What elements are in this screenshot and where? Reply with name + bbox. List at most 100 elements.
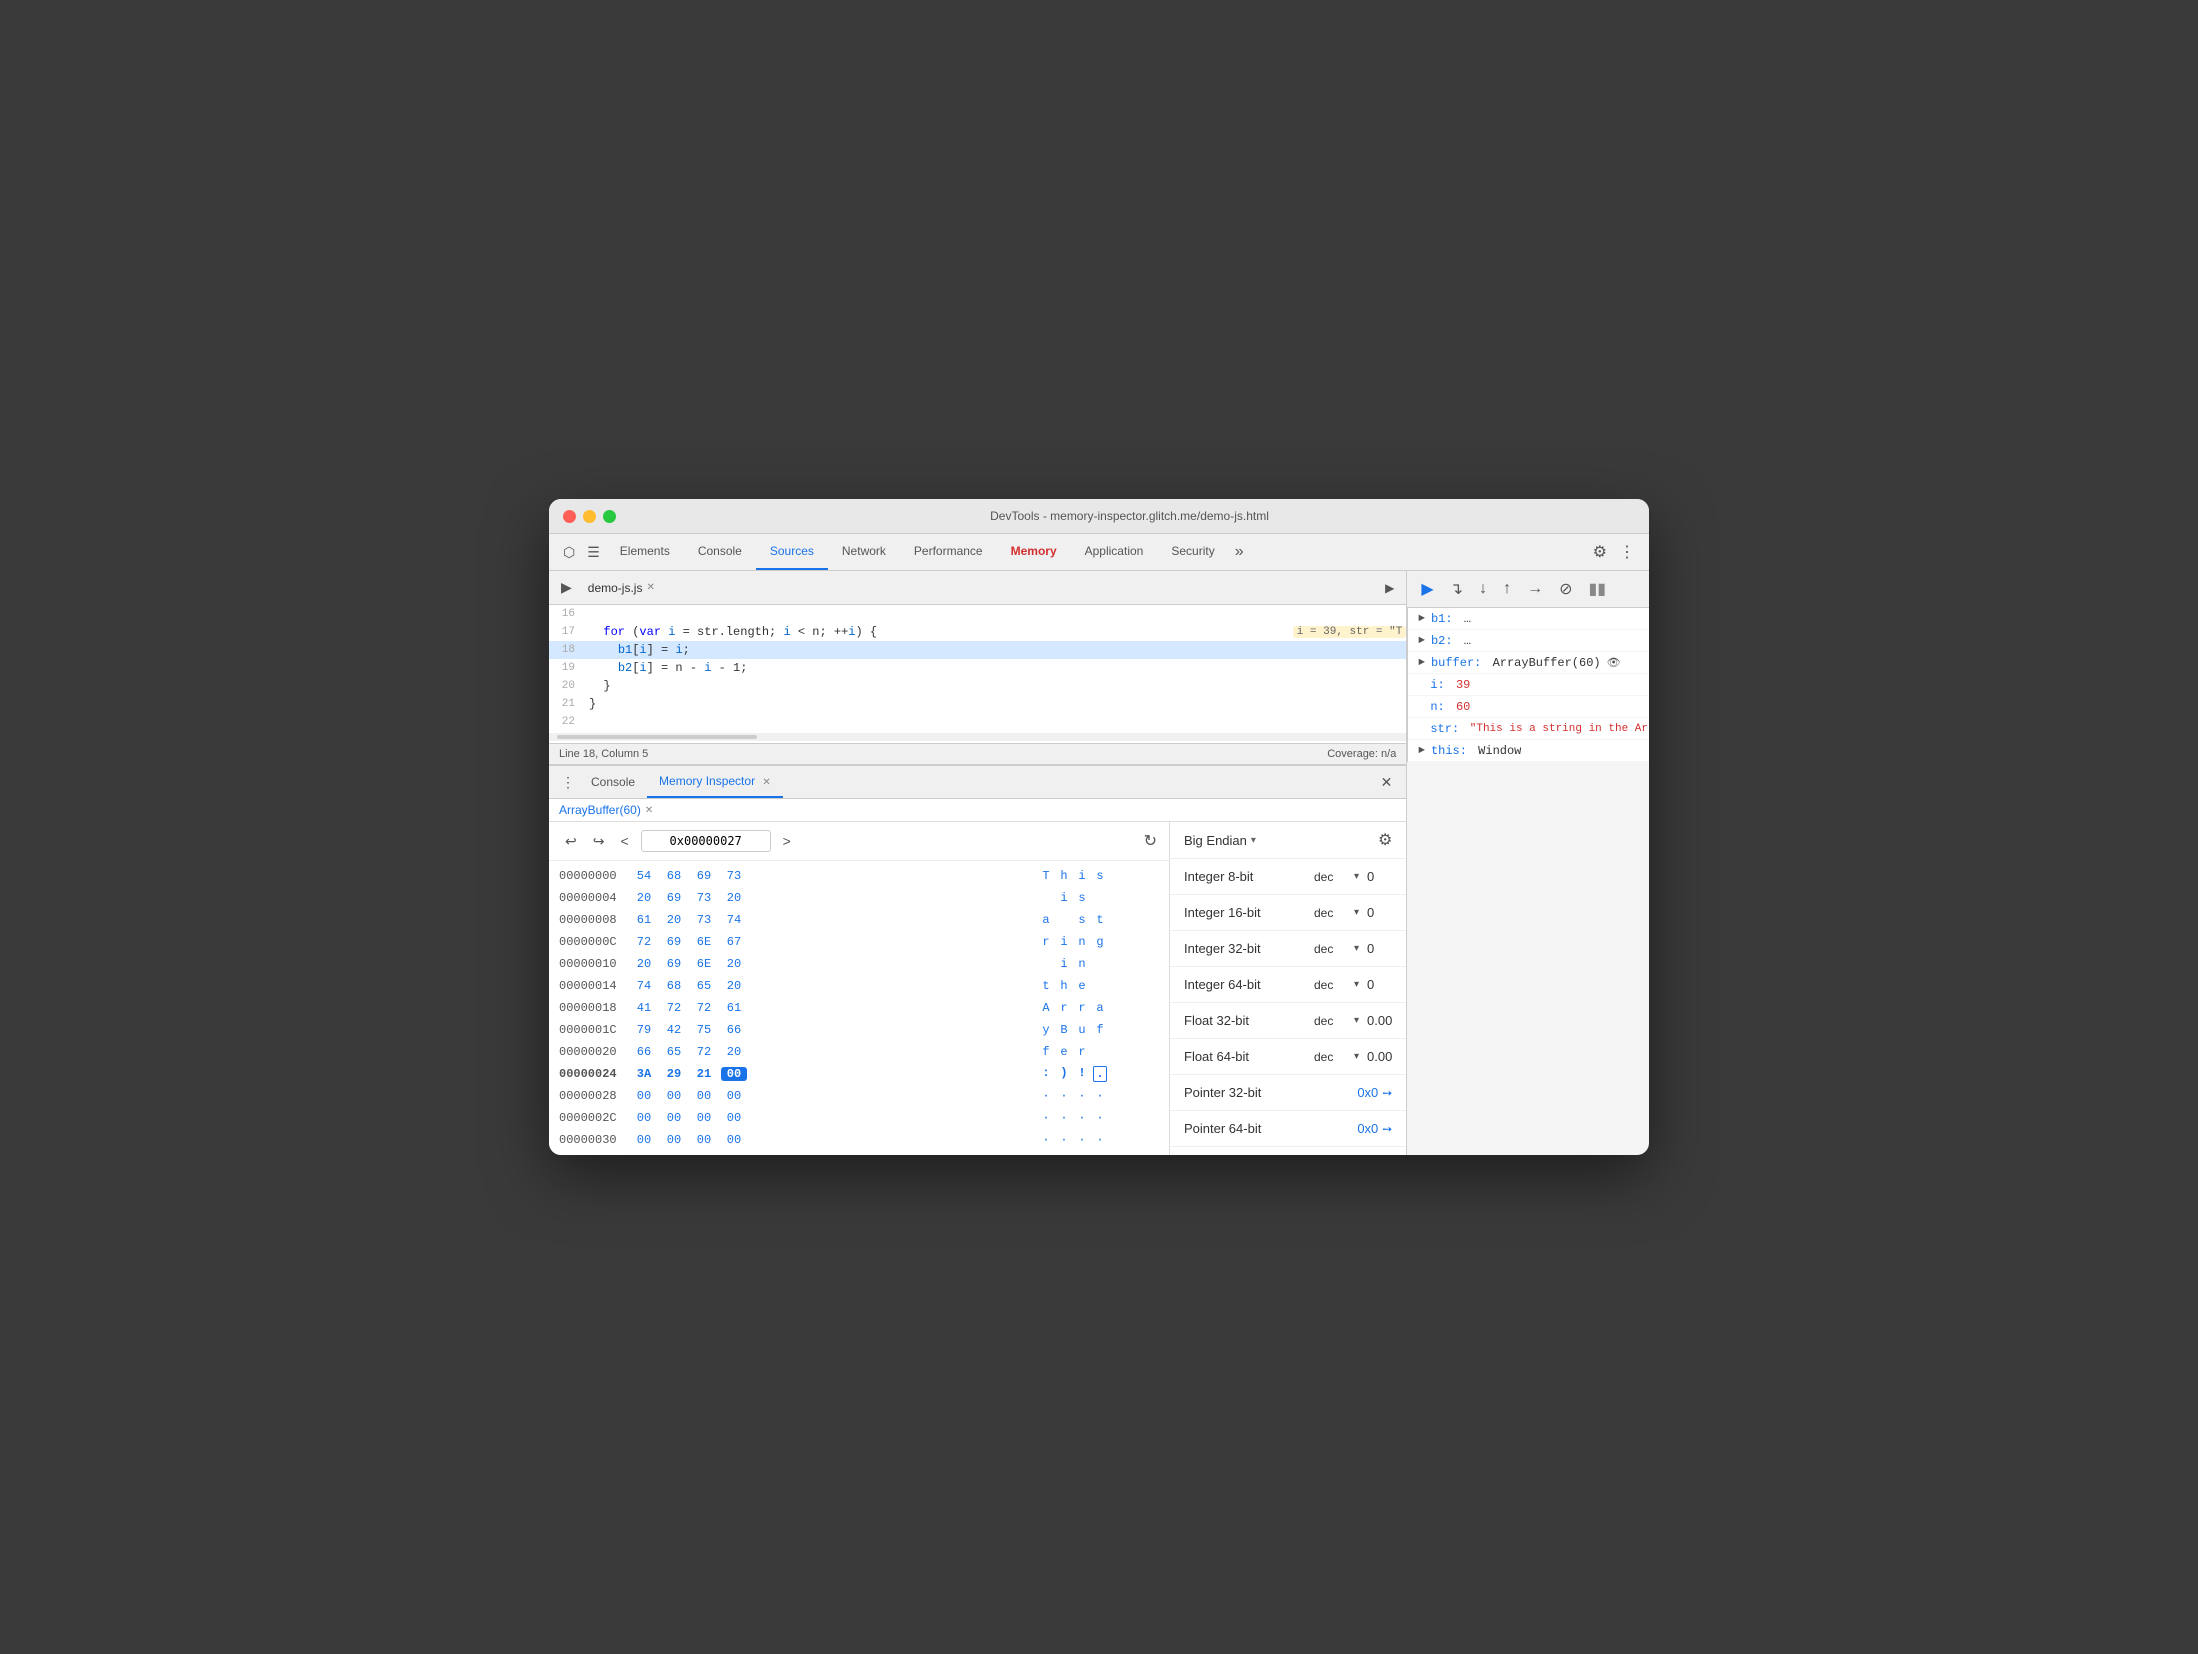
pause-exceptions-button[interactable]: ▮▮: [1582, 575, 1612, 603]
selected-byte[interactable]: 00: [721, 1067, 747, 1081]
undo-button[interactable]: ↩: [561, 831, 581, 852]
tab-console[interactable]: Console: [684, 534, 756, 570]
source-file-name: demo-js.js: [588, 581, 643, 595]
array-buffer-label: ArrayBuffer(60): [559, 803, 641, 817]
title-bar: DevTools - memory-inspector.glitch.me/de…: [549, 499, 1649, 534]
inline-debugger-value: i = 39, str = "T: [1293, 626, 1407, 638]
hex-value-container: ↩ ↪ < > ↻: [549, 822, 1406, 1155]
source-tab-bar: ▶ demo-js.js ✕ ▶: [549, 571, 1406, 605]
hex-row-c: 0000000C 72 69 6E 67 r: [549, 931, 1169, 953]
debugger-toolbar: ▶ ↴ ↓ ↑ → ⊘ ▮▮: [1407, 571, 1649, 608]
hex-row-2c: 0000002C 00 00 00 00 ·: [549, 1107, 1169, 1129]
code-line-21: 21 }: [549, 695, 1406, 713]
value-panel-header: Big Endian ▾ ⚙: [1170, 822, 1406, 859]
hex-row-4: 00000004 20 69 73 20: [549, 887, 1169, 909]
memory-inspector-close[interactable]: ✕: [762, 777, 770, 788]
close-button[interactable]: [563, 510, 576, 523]
code-line-20: 20 }: [549, 677, 1406, 695]
status-bar: Line 18, Column 5 Coverage: n/a: [549, 743, 1406, 765]
value-row-ptr64: Pointer 64-bit 0x0 ➙: [1170, 1111, 1406, 1147]
tab-sources[interactable]: Sources: [756, 534, 828, 570]
run-snippet-icon[interactable]: ▶: [1379, 577, 1400, 599]
value-row-float64: Float 64-bit dec ▾ 0.00: [1170, 1039, 1406, 1075]
scope-expand-this[interactable]: ►: [1418, 745, 1425, 757]
play-pause-icon[interactable]: ▶: [555, 571, 578, 604]
hex-panel: ↩ ↪ < > ↻: [549, 822, 1169, 1155]
left-column: ▶ demo-js.js ✕ ▶ 16 17 for (var i = str.…: [549, 571, 1406, 1155]
tab-security[interactable]: Security: [1157, 534, 1228, 570]
tab-memory[interactable]: Memory: [997, 534, 1071, 570]
bottom-panel-dots[interactable]: ⋮: [557, 768, 579, 797]
step-over-button[interactable]: ↴: [1444, 575, 1469, 603]
tab-elements[interactable]: Elements: [606, 534, 684, 570]
scope-row-str: str: "This is a string in the ArrayBuffe…: [1408, 718, 1649, 740]
hex-row-8: 00000008 61 20 73 74 a: [549, 909, 1169, 931]
tab-memory-inspector[interactable]: Memory Inspector ✕: [647, 766, 783, 798]
redo-button[interactable]: ↪: [589, 831, 609, 852]
step-button[interactable]: →: [1521, 576, 1549, 602]
array-buffer-close[interactable]: ✕: [645, 805, 653, 816]
hex-row-0: 00000000 54 68 69 73 T: [549, 865, 1169, 887]
tab-console-bottom[interactable]: Console: [579, 767, 647, 797]
endian-selector[interactable]: Big Endian ▾: [1184, 833, 1256, 848]
refresh-icon[interactable]: ↻: [1144, 831, 1157, 851]
settings-icon[interactable]: ⚙: [1587, 534, 1613, 570]
window-title: DevTools - memory-inspector.glitch.me/de…: [624, 509, 1635, 523]
scope-row-n: n: 60: [1408, 696, 1649, 718]
main-split: ▶ demo-js.js ✕ ▶ 16 17 for (var i = str.…: [549, 571, 1649, 1155]
hex-row-14: 00000014 74 68 65 20 t: [549, 975, 1169, 997]
scope-expand-b1[interactable]: ►: [1418, 613, 1425, 625]
hex-row-1c: 0000001C 79 42 75 66 y: [549, 1019, 1169, 1041]
maximize-button[interactable]: [603, 510, 616, 523]
prev-button[interactable]: <: [616, 831, 632, 851]
memory-inspector-content: ArrayBuffer(60) ✕ ↩ ↪ <: [549, 799, 1406, 1155]
value-settings-icon[interactable]: ⚙: [1378, 830, 1392, 850]
more-options-icon[interactable]: ⋮: [1613, 534, 1641, 570]
hex-row-30: 00000030 00 00 00 00 ·: [549, 1129, 1169, 1151]
step-out-button[interactable]: ↑: [1497, 576, 1517, 602]
more-tabs-icon[interactable]: »: [1229, 535, 1250, 569]
resume-button[interactable]: ▶: [1415, 575, 1439, 603]
scope-row-b1: ► b1: …: [1408, 608, 1649, 630]
drawer-icon[interactable]: ☰: [581, 536, 606, 569]
address-input[interactable]: [641, 830, 771, 852]
minimize-button[interactable]: [583, 510, 596, 523]
traffic-lights: [563, 510, 616, 523]
source-tab-close[interactable]: ✕: [646, 582, 654, 593]
coverage-status: Coverage: n/a: [1327, 748, 1396, 760]
bottom-panel-close[interactable]: ✕: [1375, 768, 1399, 797]
hex-row-10: 00000010 20 69 6E 20: [549, 953, 1169, 975]
value-row-int64: Integer 64-bit dec ▾ 0: [1170, 967, 1406, 1003]
hex-row-18: 00000018 41 72 72 61 A: [549, 997, 1169, 1019]
right-panel: ▶ ↴ ↓ ↑ → ⊘ ▮▮ ► b1: … ► b2:: [1406, 571, 1649, 1155]
scope-row-b2: ► b2: …: [1408, 630, 1649, 652]
memory-inspector-icon[interactable]: 👁: [1607, 656, 1621, 670]
tab-performance[interactable]: Performance: [900, 534, 997, 570]
hex-navigation: ↩ ↪ < > ↻: [549, 822, 1169, 861]
tab-network[interactable]: Network: [828, 534, 900, 570]
hex-rows-container: 00000000 54 68 69 73 T: [549, 861, 1169, 1155]
deactivate-button[interactable]: ⊘: [1553, 575, 1578, 603]
next-button[interactable]: >: [779, 831, 795, 851]
cursor-position: Line 18, Column 5: [559, 748, 648, 760]
value-row-float32: Float 32-bit dec ▾ 0.00: [1170, 1003, 1406, 1039]
tab-application[interactable]: Application: [1071, 534, 1158, 570]
value-panel: Big Endian ▾ ⚙ Integer 8-bit dec ▾ 0: [1169, 822, 1406, 1155]
code-line-18: 18 b1[i] = i;: [549, 641, 1406, 659]
bottom-panel: ⋮ Console Memory Inspector ✕ ✕ ArrayBuff…: [549, 765, 1406, 1155]
cursor-icon[interactable]: ⬡: [557, 536, 581, 569]
array-buffer-tab[interactable]: ArrayBuffer(60) ✕: [549, 799, 1406, 822]
step-into-button[interactable]: ↓: [1473, 576, 1493, 602]
code-line-19: 19 b2[i] = n - i - 1;: [549, 659, 1406, 677]
value-row-int16: Integer 16-bit dec ▾ 0: [1170, 895, 1406, 931]
scope-expand-buffer[interactable]: ►: [1418, 657, 1425, 669]
source-file-tab[interactable]: demo-js.js ✕: [578, 575, 665, 601]
pointer-64-arrow-icon: ➙: [1382, 1122, 1392, 1136]
pointer-64-link[interactable]: 0x0 ➙: [1357, 1121, 1392, 1136]
pointer-32-arrow-icon: ➙: [1382, 1086, 1392, 1100]
code-editor: 16 17 for (var i = str.length; i < n; ++…: [549, 605, 1406, 743]
scope-row-this: ► this: Window: [1408, 740, 1649, 762]
pointer-32-link[interactable]: 0x0 ➙: [1357, 1085, 1392, 1100]
devtools-tab-bar: ⬡ ☰ Elements Console Sources Network Per…: [549, 534, 1649, 571]
scope-expand-b2[interactable]: ►: [1418, 635, 1425, 647]
